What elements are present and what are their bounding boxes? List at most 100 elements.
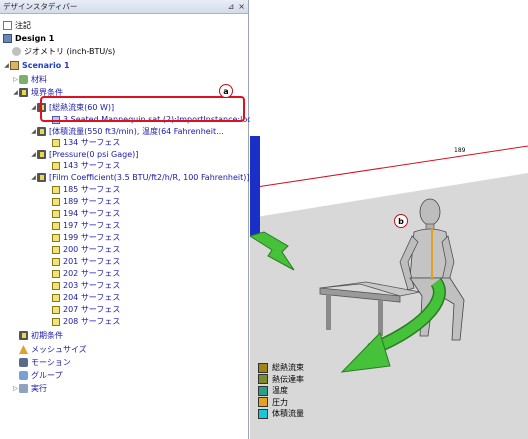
surface-icon	[52, 161, 60, 170]
tree-item-scenario[interactable]: ◢ Scenario 1	[3, 60, 70, 71]
tree-item-geometry[interactable]: ジオメトリ (inch-BTU/s)	[12, 46, 115, 57]
boundary-condition-icon	[37, 173, 46, 182]
expand-arrow-icon[interactable]: ▷	[12, 383, 19, 394]
surface-icon	[52, 138, 60, 147]
tree-item-surface[interactable]: 143 サーフェス	[52, 160, 120, 171]
annotation-badge-b: b	[394, 214, 408, 228]
motion-icon	[19, 358, 28, 367]
collapse-arrow-icon[interactable]: ◢	[12, 87, 19, 98]
legend-item: 総熱流束	[258, 362, 304, 374]
tree-label-geometry: ジオメトリ (inch-BTU/s)	[24, 47, 116, 56]
design-icon	[3, 34, 12, 43]
bench-leg	[326, 294, 331, 330]
tree-label-surface: 208 サーフェス	[63, 317, 121, 326]
collapse-arrow-icon[interactable]: ◢	[30, 172, 37, 183]
tree-label-bc-volume-flow: [体積流量(550 ft3/min), 温度(64 Fahrenheit...	[49, 127, 224, 136]
collapse-arrow-icon[interactable]: ◢	[30, 126, 37, 137]
surface-icon	[52, 281, 60, 290]
tree-label-materials: 材料	[31, 75, 47, 84]
tree-label-surface: 207 サーフェス	[63, 305, 121, 314]
pin-icon[interactable]: ⊿	[228, 2, 235, 11]
tree-item-surface[interactable]: 208 サーフェス	[52, 316, 120, 327]
tree-item-mesh-size[interactable]: メッシュサイズ	[19, 344, 87, 355]
surface-icon	[52, 257, 60, 266]
tree-label-bc-pressure: [Pressure(0 psi Gage)]	[49, 150, 139, 159]
surface-icon	[52, 209, 60, 218]
edge-label: 189	[454, 147, 466, 154]
tree-label-surface: 143 サーフェス	[63, 161, 121, 170]
run-icon	[19, 384, 28, 393]
tree-item-bc-pressure[interactable]: ◢ [Pressure(0 psi Gage)]	[30, 149, 138, 160]
surface-icon	[52, 185, 60, 194]
close-icon[interactable]: ×	[238, 2, 245, 11]
surface-icon	[52, 197, 60, 206]
legend-item: 圧力	[258, 397, 304, 409]
tree-item-bc-volume-flow[interactable]: ◢ [体積流量(550 ft3/min), 温度(64 Fahrenheit..…	[30, 126, 224, 137]
surface-icon	[52, 317, 60, 326]
tree-label-surface: 185 サーフェス	[63, 185, 121, 194]
geometry-icon	[12, 47, 21, 56]
tree-label-bc-film-coefficient: [Film Coefficient(3.5 BTU/ft2/h/R, 100 F…	[49, 173, 250, 182]
tree-item-motion[interactable]: モーション	[19, 357, 71, 368]
scenario-icon	[10, 61, 19, 70]
tree-label-surface: 197 サーフェス	[63, 221, 121, 230]
tree-item-run[interactable]: ▷ 実行	[12, 383, 47, 394]
tree-item-surface[interactable]: 199 サーフェス	[52, 232, 120, 243]
tree-item-surface[interactable]: 202 サーフェス	[52, 268, 120, 279]
tree-item-surface[interactable]: 204 サーフェス	[52, 292, 120, 303]
surface-icon	[52, 221, 60, 230]
mannequin-head	[419, 198, 441, 226]
tree-item-surface[interactable]: 200 サーフェス	[52, 244, 120, 255]
tree-label-surface: 200 サーフェス	[63, 245, 121, 254]
legend-swatch	[258, 362, 268, 373]
tree-item-design[interactable]: Design 1	[3, 33, 54, 44]
legend-label: 圧力	[272, 397, 288, 407]
tree-label-motion: モーション	[31, 358, 71, 367]
tree-item-surface[interactable]: 134 サーフェス	[52, 137, 120, 148]
legend-swatch	[258, 385, 268, 396]
tree-label-surface: 203 サーフェス	[63, 281, 121, 290]
design-study-bar: デザインスタディバー ⊿ × 注記 Design 1 ジオメトリ (inch-B…	[0, 0, 270, 439]
highlight-box	[40, 96, 245, 122]
boundary-conditions-icon	[19, 88, 28, 97]
surface-icon	[52, 293, 60, 302]
panel-title: デザインスタディバー	[3, 2, 78, 11]
tree-item-surface[interactable]: 207 サーフェス	[52, 304, 120, 315]
mesh-icon	[19, 345, 28, 354]
boundary-condition-icon	[37, 150, 46, 159]
initial-conditions-icon	[19, 331, 28, 340]
materials-icon	[19, 75, 28, 84]
panel-titlebar: デザインスタディバー ⊿ ×	[0, 0, 248, 14]
groups-icon	[19, 371, 28, 380]
tree-item-materials[interactable]: ▷ 材料	[12, 74, 47, 85]
legend-item: 熱伝達率	[258, 374, 304, 386]
collapse-arrow-icon[interactable]: ◢	[30, 102, 37, 113]
tree-item-surface[interactable]: 197 サーフェス	[52, 220, 120, 231]
tree-item-surface[interactable]: 203 サーフェス	[52, 280, 120, 291]
expand-arrow-icon[interactable]: ▷	[12, 74, 19, 85]
surface-icon	[52, 269, 60, 278]
tree-item-groups[interactable]: グループ	[19, 370, 63, 381]
legend: 総熱流束 熱伝達率 温度 圧力 体積流量	[258, 362, 304, 420]
tree-item-surface[interactable]: 194 サーフェス	[52, 208, 120, 219]
tree-label-scenario: Scenario 1	[22, 61, 70, 70]
tree-item-notes[interactable]: 注記	[3, 20, 31, 31]
tree-label-surface: 189 サーフェス	[63, 197, 121, 206]
legend-swatch	[258, 408, 268, 419]
tree-label-initial-conditions: 初期条件	[31, 331, 63, 340]
tree-label-surface: 199 サーフェス	[63, 233, 121, 242]
legend-label: 温度	[272, 386, 288, 396]
collapse-arrow-icon[interactable]: ◢	[30, 149, 37, 160]
tree-label-design: Design 1	[15, 34, 55, 43]
tree-item-bc-film-coefficient[interactable]: ◢ [Film Coefficient(3.5 BTU/ft2/h/R, 100…	[30, 172, 249, 183]
tree-item-initial-conditions[interactable]: 初期条件	[19, 330, 63, 341]
tree-label-surface: 134 サーフェス	[63, 138, 121, 147]
legend-item: 温度	[258, 385, 304, 397]
tree-item-surface[interactable]: 185 サーフェス	[52, 184, 120, 195]
collapse-arrow-icon[interactable]: ◢	[3, 60, 10, 71]
tree-item-surface[interactable]: 189 サーフェス	[52, 196, 120, 207]
tree-item-surface[interactable]: 201 サーフェス	[52, 256, 120, 267]
boundary-condition-icon	[37, 127, 46, 136]
surface-icon	[52, 233, 60, 242]
legend-swatch	[258, 374, 268, 385]
